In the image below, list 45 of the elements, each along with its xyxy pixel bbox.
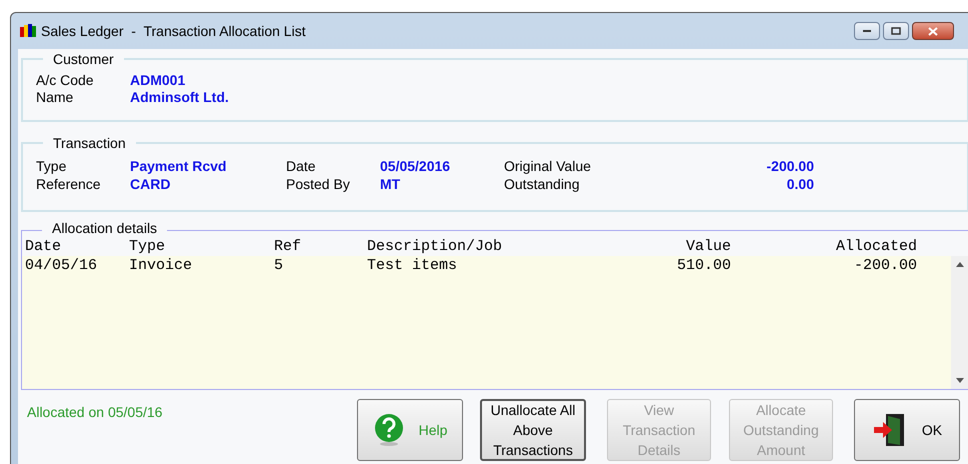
field-label: Date xyxy=(286,157,317,175)
scroll-down-icon[interactable] xyxy=(956,378,964,383)
close-button[interactable] xyxy=(912,22,954,40)
window-title: Sales Ledger - Transaction Allocation List xyxy=(41,22,306,41)
field-value: Adminsoft Ltd. xyxy=(130,89,230,106)
column-header: Value xyxy=(684,238,732,256)
field-value: -200.00 xyxy=(766,157,814,175)
close-icon xyxy=(928,26,938,36)
column-header: Type xyxy=(128,238,166,256)
maximize-icon xyxy=(891,27,901,35)
minimize-button[interactable] xyxy=(854,22,880,40)
scroll-up-icon[interactable] xyxy=(956,262,964,267)
field-value: MT xyxy=(380,175,402,193)
field-label: Original Value xyxy=(504,157,592,175)
column-header: Ref xyxy=(273,238,302,256)
table-cell-text: Test items xyxy=(366,256,458,274)
table-cell-text: 510.00 xyxy=(676,256,732,274)
action-button[interactable]: Help xyxy=(357,399,463,461)
column-header: Description/Job xyxy=(366,238,504,256)
field-label: Type xyxy=(36,157,68,175)
field-label: A/c Code xyxy=(36,72,95,89)
minimize-icon xyxy=(862,29,872,33)
column-header: Date xyxy=(24,238,62,256)
table-cell-text: 04/05/16 xyxy=(24,256,98,274)
field-label: Name xyxy=(36,89,74,106)
field-value: ADM001 xyxy=(130,72,186,89)
field-value: CARD xyxy=(130,175,172,193)
help-icon xyxy=(372,413,405,447)
column-header: Allocated xyxy=(834,238,918,256)
table-cell-text: 5 xyxy=(273,256,284,274)
field-label: Reference xyxy=(36,175,102,193)
table-cell-text: Invoice xyxy=(128,256,194,274)
action-button[interactable]: OK xyxy=(854,399,960,461)
field-value: 0.00 xyxy=(786,175,814,193)
field-label: Posted By xyxy=(286,175,351,193)
app-icon xyxy=(19,23,37,39)
action-button[interactable]: Unallocate All Above Transactions xyxy=(480,399,586,461)
maximize-button[interactable] xyxy=(883,22,909,40)
field-value: Payment Rcvd xyxy=(130,157,228,175)
scrollbar[interactable] xyxy=(951,256,968,389)
table-cell-text: -200.00 xyxy=(852,256,918,274)
group-legend: Allocation details xyxy=(42,220,168,236)
field-value: 05/05/2016 xyxy=(380,157,452,175)
field-label: Outstanding xyxy=(504,175,580,193)
status-text: Allocated on 05/05/16 xyxy=(27,403,164,422)
